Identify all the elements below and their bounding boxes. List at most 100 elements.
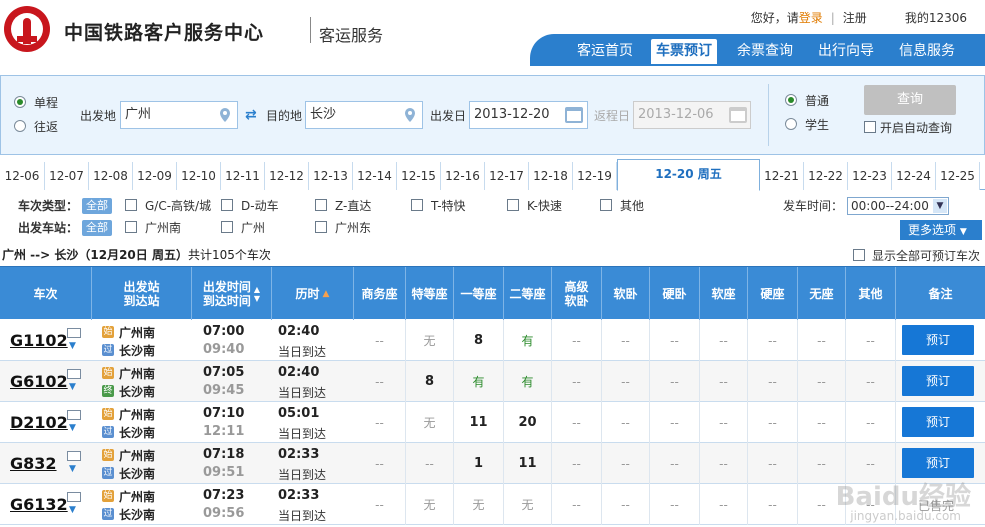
- col-station[interactable]: 出发站 到达站: [92, 267, 192, 320]
- chevron-down-icon[interactable]: ▼: [69, 464, 76, 474]
- to-station: 长沙南: [119, 426, 156, 440]
- station-label-gz: 广州: [241, 221, 266, 235]
- date-tab[interactable]: 12-08: [89, 162, 133, 190]
- train-info-icon[interactable]: [67, 328, 81, 338]
- swap-icon[interactable]: ⇄: [245, 107, 257, 123]
- date-tab[interactable]: 12-19: [573, 162, 617, 190]
- station-all[interactable]: 全部: [82, 220, 112, 236]
- register-link[interactable]: 注册: [843, 11, 867, 25]
- date-tab[interactable]: 12-14: [353, 162, 397, 190]
- type-checkbox-k[interactable]: [507, 199, 519, 211]
- normal-ticket-radio[interactable]: [785, 94, 797, 106]
- date-tab[interactable]: 12-20 周五: [617, 159, 760, 191]
- my-account-link[interactable]: 我的12306: [905, 11, 967, 25]
- watermark: Baidu经验: [835, 482, 971, 512]
- date-tab[interactable]: 12-06: [0, 162, 45, 190]
- train-number-link[interactable]: D2102: [10, 413, 68, 432]
- oneway-radio[interactable]: [14, 96, 26, 108]
- seat-count: 无: [406, 320, 454, 361]
- query-button[interactable]: 查询: [864, 85, 956, 115]
- type-checkbox-d[interactable]: [221, 199, 233, 211]
- col-train[interactable]: 车次: [0, 267, 92, 320]
- roundtrip-radio[interactable]: [14, 120, 26, 132]
- calendar-icon[interactable]: [729, 107, 747, 123]
- login-link[interactable]: 登录: [799, 11, 823, 25]
- nav-booking[interactable]: 车票预订: [651, 39, 717, 64]
- date-tab[interactable]: 12-13: [309, 162, 353, 190]
- col-hard-sleep: 硬卧: [650, 267, 700, 320]
- train-info-icon[interactable]: [67, 492, 81, 502]
- return-date-label: 返程日: [594, 109, 631, 123]
- date-tab[interactable]: 12-10: [177, 162, 221, 190]
- depart-time-value: 00:00--24:00: [851, 199, 929, 213]
- date-tab[interactable]: 12-22: [804, 162, 848, 190]
- show-all-checkbox[interactable]: [853, 249, 865, 261]
- date-tab[interactable]: 12-17: [485, 162, 529, 190]
- train-number-link[interactable]: G832: [10, 454, 57, 473]
- train-number-link[interactable]: G1102: [10, 331, 68, 350]
- chevron-down-icon[interactable]: ▼: [69, 382, 76, 392]
- seat-count: --: [650, 443, 700, 484]
- depart-time: 07:05: [203, 365, 245, 380]
- seat-count: --: [748, 320, 798, 361]
- station-checkbox-gz[interactable]: [221, 221, 233, 233]
- train-info-icon[interactable]: [67, 451, 81, 461]
- station-label: 出发车站：: [18, 221, 79, 235]
- type-checkbox-other[interactable]: [600, 199, 612, 211]
- depart-time-select[interactable]: 00:00--24:00 ▼: [847, 197, 949, 215]
- date-tab[interactable]: 12-12: [265, 162, 309, 190]
- duration: 02:33: [278, 488, 320, 503]
- type-checkbox-t[interactable]: [411, 199, 423, 211]
- seat-count: --: [552, 361, 602, 402]
- date-tab[interactable]: 12-24: [892, 162, 936, 190]
- train-number-link[interactable]: G6102: [10, 372, 68, 391]
- date-tab[interactable]: 12-18: [529, 162, 573, 190]
- seat-count: --: [552, 484, 602, 525]
- station-label-gzn: 广州南: [145, 221, 182, 235]
- book-button[interactable]: 预订: [902, 325, 974, 355]
- date-tab[interactable]: 12-15: [397, 162, 441, 190]
- book-button[interactable]: 预订: [902, 366, 974, 396]
- seat-count: 11: [504, 443, 552, 484]
- train-info-icon[interactable]: [67, 369, 81, 379]
- nav-home[interactable]: 客运首页: [570, 39, 640, 64]
- col-duration[interactable]: 历时 ▲: [272, 267, 354, 320]
- book-button[interactable]: 预订: [902, 407, 974, 437]
- nav-info[interactable]: 信息服务: [892, 39, 962, 64]
- book-button[interactable]: 预订: [902, 448, 974, 478]
- date-tab[interactable]: 12-23: [848, 162, 892, 190]
- train-info-icon[interactable]: [67, 410, 81, 420]
- from-station: 广州南: [119, 326, 156, 340]
- chevron-down-icon[interactable]: ▼: [69, 505, 76, 515]
- calendar-icon[interactable]: [565, 107, 583, 123]
- auto-query-checkbox[interactable]: [864, 121, 876, 133]
- watermark-url: jingyan.baidu.com: [850, 509, 961, 523]
- site-subtitle: 客运服务: [319, 26, 384, 45]
- nav-guide[interactable]: 出行向导: [811, 39, 881, 64]
- from-station: 广州南: [119, 449, 156, 463]
- type-checkbox-z[interactable]: [315, 199, 327, 211]
- date-tab[interactable]: 12-11: [221, 162, 265, 190]
- chevron-down-icon[interactable]: ▼: [69, 341, 76, 351]
- arrive-note: 当日到达: [278, 345, 327, 359]
- train-type-label: 车次类型：: [18, 199, 79, 213]
- station-label-gzd: 广州东: [335, 221, 372, 235]
- col-time[interactable]: 出发时间 到达时间 ▲ ▼: [192, 267, 272, 320]
- date-tab[interactable]: 12-16: [441, 162, 485, 190]
- more-options-button[interactable]: 更多选项 ▼: [900, 220, 982, 240]
- station-checkbox-gzn[interactable]: [125, 221, 137, 233]
- station-checkbox-gzd[interactable]: [315, 221, 327, 233]
- student-ticket-radio[interactable]: [785, 118, 797, 130]
- date-tab[interactable]: 12-07: [45, 162, 89, 190]
- nav-remaining[interactable]: 余票查询: [730, 39, 800, 64]
- train-type-all[interactable]: 全部: [82, 198, 112, 214]
- type-checkbox-g[interactable]: [125, 199, 137, 211]
- start-station-badge: 始: [102, 326, 114, 338]
- train-number-link[interactable]: G6132: [10, 495, 68, 514]
- chevron-down-icon[interactable]: ▼: [69, 423, 76, 433]
- date-tab[interactable]: 12-09: [133, 162, 177, 190]
- from-station: 广州南: [119, 367, 156, 381]
- date-tab[interactable]: 12-25: [936, 162, 980, 190]
- date-tab[interactable]: 12-21: [760, 162, 804, 190]
- col-no-seat: 无座: [798, 267, 846, 320]
